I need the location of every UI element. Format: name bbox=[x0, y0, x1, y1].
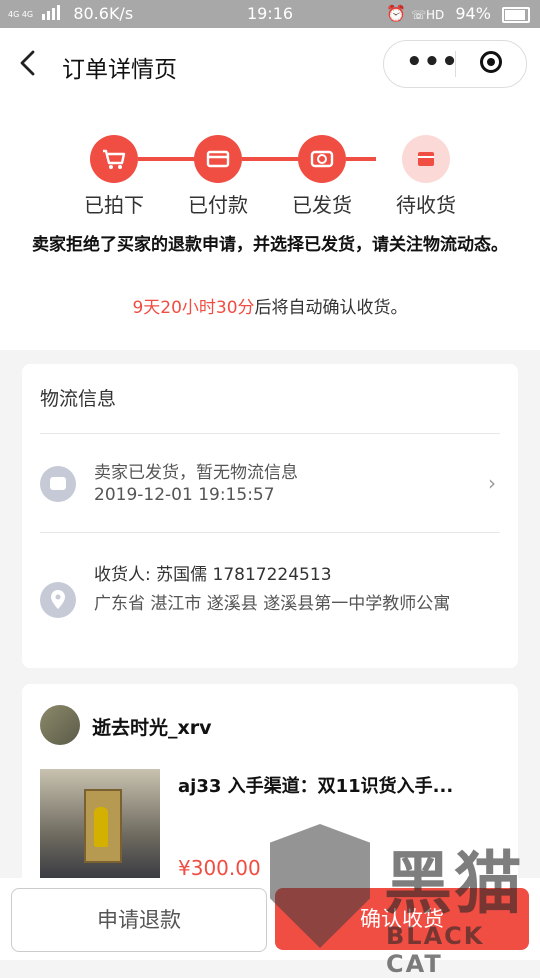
battery-percent: 94% bbox=[455, 4, 491, 23]
cart-icon bbox=[103, 149, 126, 169]
step-connector bbox=[138, 157, 196, 161]
step-label: 已发货 bbox=[292, 193, 352, 217]
order-progress-section: 已拍下 已付款 已发货 待收货 卖家拒绝了买家的退款申请，并选择已发货，请关注物… bbox=[0, 100, 540, 350]
refund-rejected-notice: 卖家拒绝了买家的退款申请，并选择已发货，请关注物流动态。 bbox=[32, 235, 508, 255]
cart-step-icon bbox=[90, 135, 138, 183]
product-image[interactable] bbox=[40, 769, 160, 879]
step-label: 已拍下 bbox=[84, 193, 144, 217]
logistics-timestamp: 2019-12-01 19:15:57 bbox=[94, 485, 275, 505]
payment-step-icon bbox=[194, 135, 242, 183]
step-connector bbox=[346, 157, 376, 161]
capsule-divider bbox=[455, 51, 456, 77]
divider bbox=[40, 433, 500, 434]
confirm-receipt-button[interactable]: 确认收货 bbox=[275, 888, 529, 950]
product-title[interactable]: aj33 入手渠道：双11识货入手... bbox=[178, 772, 453, 798]
package-icon bbox=[418, 152, 434, 166]
more-button[interactable]: ••• bbox=[406, 47, 459, 77]
status-bar: 4G 4G 80.6K/s 19:16 ⏰ ☏HD 94% bbox=[0, 0, 540, 28]
auto-confirm-text: 9天20小时30分后将自动确认收货。 bbox=[0, 293, 540, 318]
nav-bar: 订单详情页 ••• bbox=[0, 28, 540, 100]
shipped-step-icon bbox=[298, 135, 346, 183]
battery-icon bbox=[502, 6, 530, 23]
pending-receipt-step-icon bbox=[402, 135, 450, 183]
back-arrow-icon bbox=[20, 50, 35, 76]
delivery-clock-icon bbox=[310, 150, 334, 168]
hd-call-icon: ☏HD bbox=[410, 8, 445, 22]
close-target-icon[interactable] bbox=[480, 51, 502, 73]
alarm-icon: ⏰ bbox=[385, 4, 406, 23]
logistics-title: 物流信息 bbox=[40, 388, 117, 410]
mini-program-capsule: ••• bbox=[383, 40, 527, 88]
bottom-action-bar: 申请退款 确认收货 bbox=[0, 878, 540, 960]
logistics-status: 卖家已发货，暂无物流信息 bbox=[94, 463, 298, 483]
page-title: 订单详情页 bbox=[62, 57, 177, 83]
product-price: ¥300.00 bbox=[178, 856, 261, 880]
step-connector bbox=[242, 157, 298, 161]
chevron-right-icon: › bbox=[488, 471, 496, 495]
seller-name[interactable]: 逝去时光_xrv bbox=[92, 713, 212, 740]
step-label: 已付款 bbox=[188, 193, 248, 217]
logistics-card: 物流信息 卖家已发货，暂无物流信息 2019-12-01 19:15:57 › … bbox=[22, 364, 518, 668]
request-refund-button[interactable]: 申请退款 bbox=[11, 888, 267, 952]
shipping-address: 广东省 湛江市 遂溪县 遂溪县第一中学教师公寓 bbox=[94, 594, 451, 614]
auto-confirm-suffix: 后将自动确认收货。 bbox=[254, 298, 408, 318]
divider bbox=[40, 532, 500, 533]
receiver-info: 收货人: 苏国儒 17817224513 bbox=[94, 565, 332, 585]
step-label: 待收货 bbox=[396, 193, 456, 217]
truck-icon bbox=[40, 466, 76, 502]
location-pin-icon bbox=[40, 582, 76, 618]
avatar bbox=[40, 705, 80, 745]
card-icon bbox=[206, 150, 230, 168]
countdown: 9天20小时30分 bbox=[132, 298, 255, 318]
back-button[interactable] bbox=[18, 48, 38, 84]
